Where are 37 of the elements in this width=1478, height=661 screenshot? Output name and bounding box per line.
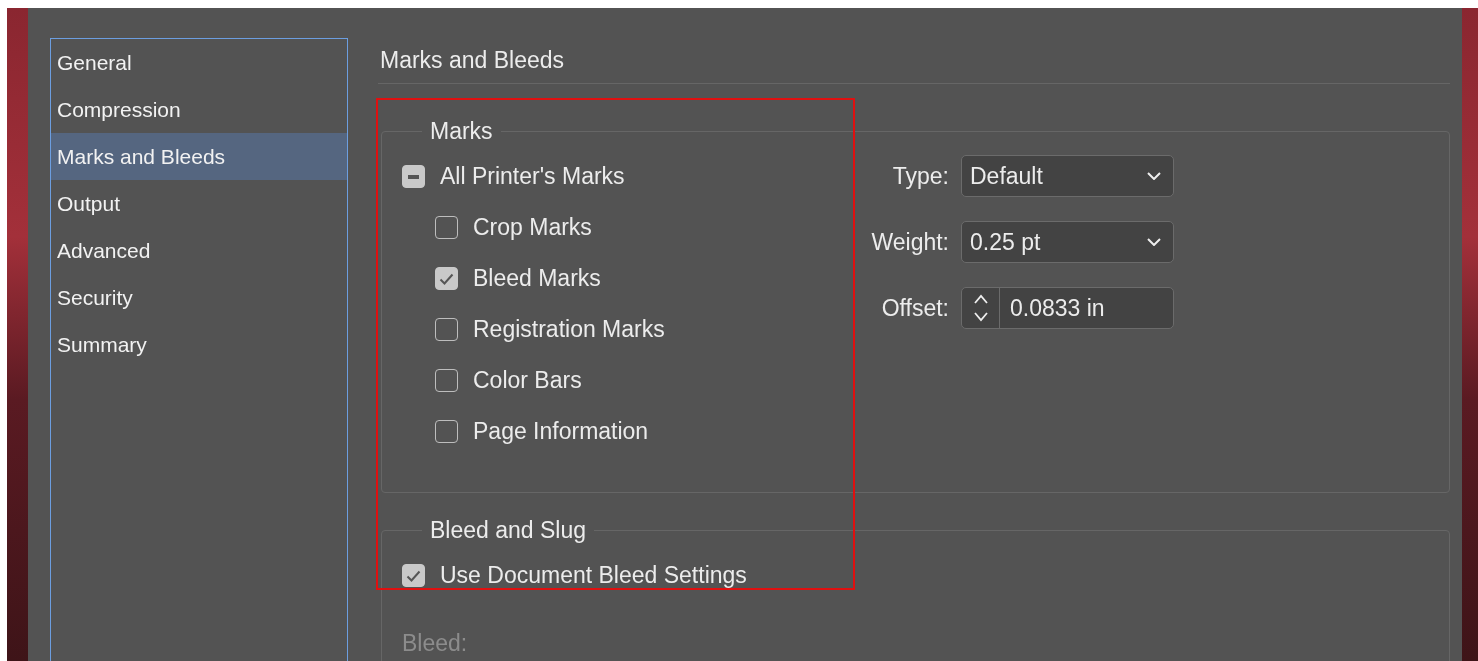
stepper-field[interactable]: 0.0833 in: [961, 287, 1174, 329]
sidebar-item[interactable]: General: [51, 39, 347, 86]
checkmark-icon: [406, 569, 421, 582]
checkbox[interactable]: [435, 216, 458, 239]
group-legend: Marks: [422, 118, 501, 145]
sidebar-item[interactable]: Marks and Bleeds: [51, 133, 347, 180]
checkbox[interactable]: [402, 165, 425, 188]
checkbox[interactable]: [435, 420, 458, 443]
stepper-arrows-icon[interactable]: [973, 294, 988, 322]
checkmark-icon: [439, 272, 454, 285]
dropdown[interactable]: Default: [961, 155, 1174, 197]
dash-icon: [408, 174, 419, 179]
checkbox-label: Color Bars: [473, 367, 582, 394]
panel-title: Marks and Bleeds: [378, 38, 1450, 84]
chevron-down-icon: [1147, 238, 1161, 246]
group-legend: Bleed and Slug: [422, 517, 594, 544]
checkbox-label: Page Information: [473, 418, 649, 445]
sidebar-item[interactable]: Output: [51, 180, 347, 227]
field-label: Offset:: [880, 294, 949, 322]
dropdown[interactable]: 0.25 pt: [961, 221, 1174, 263]
field-label: Bleed:: [402, 630, 468, 657]
checkbox[interactable]: [435, 369, 458, 392]
checkbox[interactable]: [435, 318, 458, 341]
checkbox-label: Registration Marks: [473, 316, 665, 343]
sidebar-item[interactable]: Compression: [51, 86, 347, 133]
sidebar-item[interactable]: Summary: [51, 321, 347, 368]
checkbox-label: Use Document Bleed Settings: [440, 562, 747, 589]
checkbox-label: All Printer's Marks: [440, 163, 625, 190]
checkbox[interactable]: [402, 564, 425, 587]
sidebar-item[interactable]: Security: [51, 274, 347, 321]
checkbox-label: Bleed Marks: [473, 265, 601, 292]
checkbox[interactable]: [435, 267, 458, 290]
field-label: Weight:: [870, 228, 949, 256]
checkbox-label: Crop Marks: [473, 214, 592, 241]
sidebar-item[interactable]: Advanced: [51, 227, 347, 274]
chevron-down-icon: [1147, 172, 1161, 180]
field-label: Type:: [891, 162, 949, 190]
